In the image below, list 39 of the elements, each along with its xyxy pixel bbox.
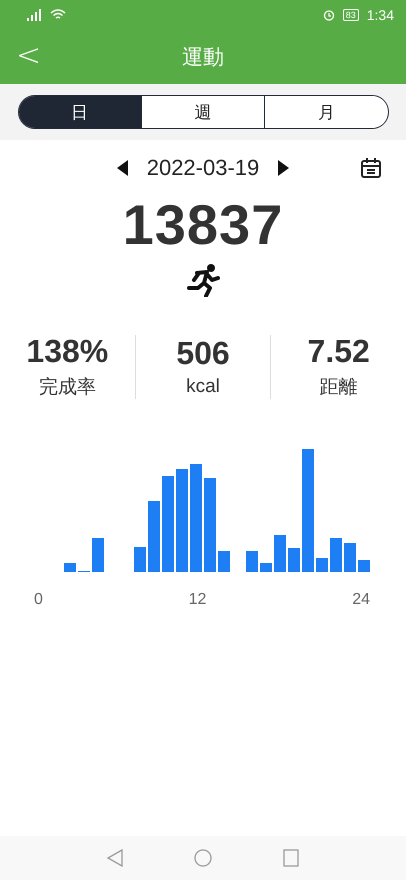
alarm-icon bbox=[322, 9, 335, 21]
period-tab[interactable]: 月 bbox=[264, 96, 388, 128]
step-count: 13837 bbox=[122, 192, 284, 257]
chart-bar bbox=[134, 547, 146, 572]
stat-value: 506 bbox=[176, 335, 230, 372]
recents-icon[interactable] bbox=[282, 849, 300, 867]
chart-bar bbox=[148, 501, 160, 572]
date-label: 2022-03-19 bbox=[146, 155, 260, 181]
battery-level: 83 bbox=[342, 9, 359, 21]
chart-bar bbox=[218, 551, 230, 572]
screen-title: 運動 bbox=[182, 45, 224, 71]
chart-bar bbox=[260, 563, 272, 572]
stat-value: 7.52 bbox=[308, 333, 370, 370]
chart-bar bbox=[64, 563, 76, 572]
chart-bar bbox=[274, 535, 286, 572]
period-tab[interactable]: 日 bbox=[18, 96, 141, 128]
clock-time: 1:34 bbox=[366, 7, 394, 23]
wifi-icon bbox=[50, 9, 66, 21]
chart-bar bbox=[330, 538, 342, 572]
home-icon[interactable] bbox=[194, 849, 212, 867]
chart-bar bbox=[316, 558, 328, 572]
axis-label: 12 bbox=[188, 591, 206, 609]
chart-bar bbox=[92, 538, 104, 572]
chart-bar bbox=[288, 548, 300, 572]
signal-icon bbox=[26, 9, 42, 21]
previous-icon[interactable] bbox=[116, 160, 129, 176]
next-icon[interactable] bbox=[277, 160, 290, 176]
chart-bar bbox=[358, 560, 370, 572]
stat-label: 完成率 bbox=[38, 376, 96, 400]
calendar-icon[interactable] bbox=[360, 157, 382, 179]
axis-label: 0 bbox=[34, 591, 43, 609]
back-icon[interactable] bbox=[106, 849, 124, 867]
stat-value: 138% bbox=[26, 333, 108, 370]
runner-icon bbox=[185, 263, 221, 297]
stat-label: kcal bbox=[186, 376, 220, 398]
chart-bar bbox=[246, 551, 258, 572]
chart-bar bbox=[344, 543, 356, 572]
axis-label: 24 bbox=[352, 591, 370, 609]
stat-label: 距離 bbox=[320, 376, 358, 400]
